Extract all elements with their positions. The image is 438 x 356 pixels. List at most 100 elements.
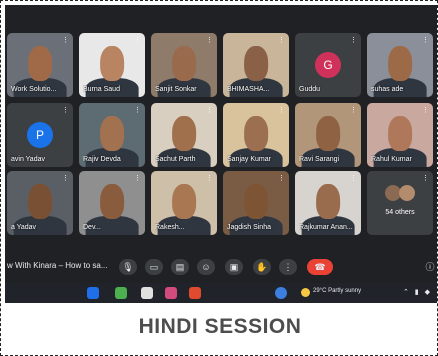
mic-muted-icon: ⋮ — [134, 37, 141, 44]
participant-face — [100, 45, 124, 81]
system-tray[interactable]: ⌃ ▮ ◆ — [403, 288, 432, 296]
participant-name: Rajiv Devda — [83, 156, 121, 163]
participant-name: Ravi Sarangi — [299, 156, 340, 163]
mic-muted-icon: ⋮ — [62, 37, 69, 44]
mic-muted-icon: ⋮ — [62, 107, 69, 114]
participant-tile[interactable]: ⋮ Rajiv Devda — [79, 103, 145, 167]
participant-avatar: P — [27, 122, 53, 148]
end-call-button[interactable]: ☎ — [307, 259, 333, 275]
info-icon: ⓘ — [425, 262, 435, 272]
participant-tile[interactable]: ⋮ Jagdish Sinha — [223, 171, 289, 235]
mic-muted-icon: ⋮ — [422, 175, 429, 182]
app-icon-blue[interactable] — [275, 287, 287, 299]
emoji-button[interactable]: ☺ — [197, 259, 215, 275]
info-button[interactable]: ⓘ — [423, 259, 437, 275]
participant-tile[interactable]: ⋮ Dev... — [79, 171, 145, 235]
mic-muted-icon: ⋮ — [278, 37, 285, 44]
participant-face — [244, 45, 268, 81]
participant-face — [244, 183, 268, 219]
others-count: 54 others — [385, 209, 415, 216]
participant-tile[interactable]: ⋮ Rahul Kumar — [367, 103, 433, 167]
mic-muted-icon: ⋮ — [278, 107, 285, 114]
mic-muted-icon: ⋮ — [134, 175, 141, 182]
mic-muted-icon: ⋮ — [350, 107, 357, 114]
hand-icon: ✋ — [256, 262, 268, 272]
participant-name: Sachut Parth — [155, 156, 196, 163]
raise-hand-button[interactable]: ✋ — [253, 259, 271, 275]
participant-tile[interactable]: ⋮ Rakesh... — [151, 171, 217, 235]
mic-muted-icon: ⋮ — [350, 175, 357, 182]
app-icon-pink[interactable] — [165, 287, 177, 299]
participant-tile[interactable]: ⋮ Work Solutio... — [7, 33, 73, 97]
participant-name: Rakesh... — [155, 224, 185, 231]
mic-muted-icon: ⋮ — [62, 175, 69, 182]
more-options-button[interactable]: ⋮ — [279, 259, 297, 275]
camera-icon: ▭ — [149, 262, 159, 272]
participant-face — [316, 183, 340, 219]
captions-button[interactable]: ▤ — [171, 259, 189, 275]
participant-name: BHIMASHA... — [227, 86, 270, 93]
participant-tile[interactable]: P ⋮ avin Yadav — [7, 103, 73, 167]
participant-tile[interactable]: ⋮ Ravi Sarangi — [295, 103, 361, 167]
participant-name: Burna Saud — [83, 86, 120, 93]
participant-face — [172, 115, 196, 151]
mic-muted-icon: ⋮ — [134, 107, 141, 114]
participant-name: Dev... — [83, 224, 101, 231]
mic-muted-icon: ⋮ — [206, 175, 213, 182]
meet-window: ⋮ Work Solutio... ⋮ Burna Saud ⋮ Sanjit Sonka… — [5, 5, 437, 283]
participant-name: suhas ade — [371, 86, 404, 93]
participant-tile[interactable]: ⋮ Sanjay Kumar — [223, 103, 289, 167]
participant-tile[interactable]: ⋮ a Yadav — [7, 171, 73, 235]
participant-face — [28, 45, 52, 81]
others-avatar — [399, 185, 415, 201]
meeting-title: w With Kinara – How to sa... — [7, 261, 108, 270]
mic-muted-icon: ⋮ — [422, 37, 429, 44]
participant-name: Sanjay Kumar — [227, 156, 271, 163]
participant-name: avin Yadav — [11, 156, 45, 163]
control-bar: w With Kinara – How to sa... 🎙 ▭ ▤ ☺ ▣ ✋… — [5, 251, 437, 283]
phone-hangup-icon: ☎ — [314, 262, 326, 272]
weather-sun-icon — [301, 288, 310, 297]
participant-tile[interactable]: ⋮ Sanjit Sonkar — [151, 33, 217, 97]
mic-icon: 🎙 — [122, 262, 134, 272]
participant-name: Rahul Kumar — [371, 156, 412, 163]
chrome-icon[interactable] — [115, 287, 127, 299]
participant-face — [100, 183, 124, 219]
participant-face — [100, 115, 124, 151]
taskbar: 29°C Partly sunny ⌃ ▮ ◆ — [5, 283, 437, 303]
participant-name: Sanjit Sonkar — [155, 86, 197, 93]
present-button[interactable]: ▣ — [225, 259, 243, 275]
participant-face — [172, 45, 196, 81]
meet-tab-icon[interactable] — [141, 287, 153, 299]
present-icon: ▣ — [229, 262, 239, 272]
participant-tile[interactable]: ⋮ Rajkumar Anan... — [295, 171, 361, 235]
participant-tile[interactable]: G ⋮ Guddu — [295, 33, 361, 97]
participant-avatar: G — [315, 52, 341, 78]
mic-muted-icon: ⋮ — [206, 107, 213, 114]
emoji-icon: ☺ — [201, 262, 211, 272]
participant-tile[interactable]: ⋮ Sachut Parth — [151, 103, 217, 167]
app-icon-red[interactable] — [189, 287, 201, 299]
participant-name: a Yadav — [11, 224, 37, 231]
participant-name: Rajkumar Anan... — [299, 224, 353, 231]
participant-tile[interactable]: 54 others ⋮ — [367, 171, 433, 235]
participant-face — [388, 45, 412, 81]
participant-tile[interactable]: ⋮ Burna Saud — [79, 33, 145, 97]
participant-name: Work Solutio... — [11, 86, 57, 93]
mic-muted-icon: ⋮ — [350, 37, 357, 44]
mic-button[interactable]: 🎙 — [119, 259, 137, 275]
session-caption: HINDI SESSION — [138, 315, 302, 338]
participant-tile[interactable]: ⋮ suhas ade — [367, 33, 433, 97]
mic-muted-icon: ⋮ — [422, 107, 429, 114]
participant-tile[interactable]: ⋮ BHIMASHA... — [223, 33, 289, 97]
mic-muted-icon: ⋮ — [206, 37, 213, 44]
participant-name: Jagdish Sinha — [227, 224, 271, 231]
weather-text: 29°C Partly sunny — [313, 288, 362, 294]
camera-button[interactable]: ▭ — [145, 259, 163, 275]
participant-face — [316, 115, 340, 151]
more-vertical-icon: ⋮ — [283, 262, 293, 272]
participant-face — [172, 183, 196, 219]
slide-frame: ⋮ Work Solutio... ⋮ Burna Saud ⋮ Sanjit Sonka… — [0, 0, 438, 356]
file-explorer-icon[interactable] — [87, 287, 99, 299]
participant-name: Guddu — [299, 86, 321, 93]
